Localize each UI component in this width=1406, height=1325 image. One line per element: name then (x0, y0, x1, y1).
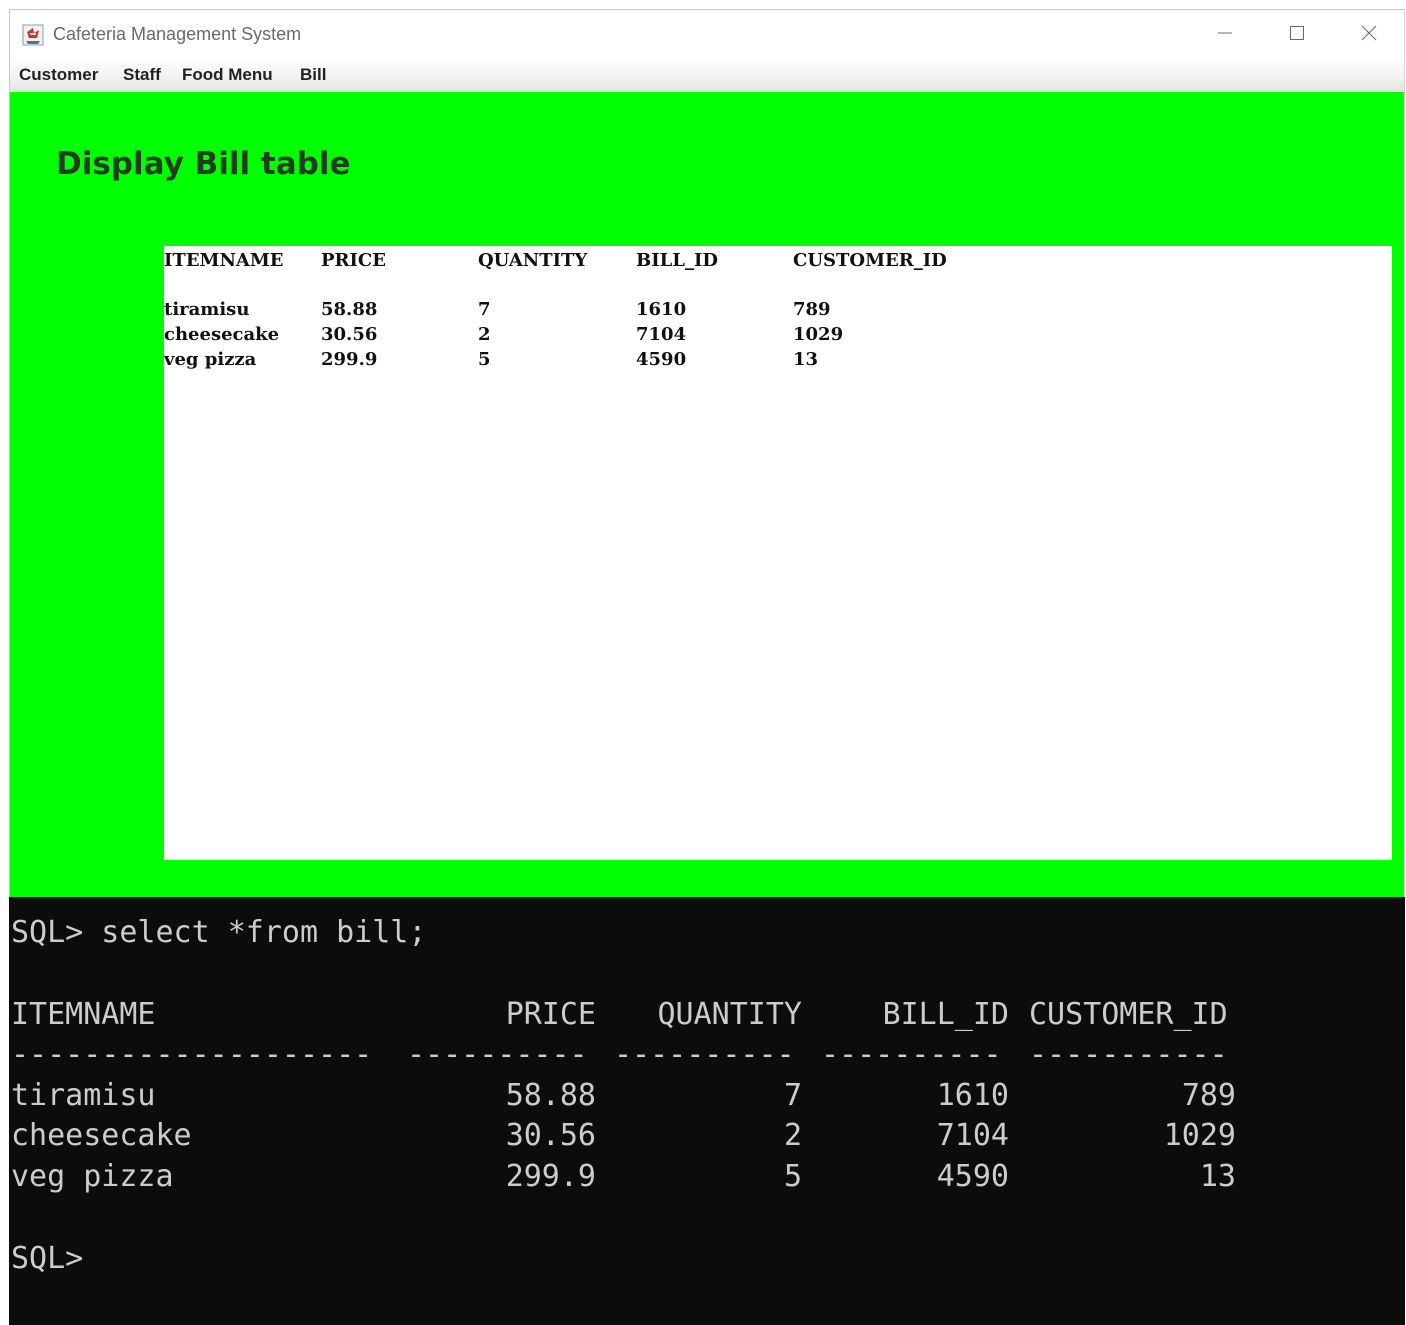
bill-table-area[interactable]: ITEMNAME PRICE QUANTITY BILL_ID CUSTOMER… (164, 246, 1392, 860)
console-cell: 2 (783, 1118, 802, 1153)
console-cell: veg pizza (11, 1159, 174, 1194)
console-column-header: BILL_ID (882, 997, 1009, 1032)
console-column-header: QUANTITY (657, 997, 803, 1032)
close-button[interactable] (1346, 18, 1392, 48)
window-title: Cafeteria Management System (53, 24, 302, 44)
console-cell: 299.9 (505, 1159, 596, 1194)
menu-staff[interactable]: Staff (123, 65, 161, 85)
console-cell: cheesecake (11, 1118, 192, 1153)
title-bar[interactable]: Cafeteria Management System (10, 10, 1404, 57)
column-header: ITEMNAME (164, 250, 284, 271)
console-cell: 1610 (936, 1078, 1009, 1113)
table-cell: 4590 (636, 349, 687, 370)
menu-food-menu[interactable]: Food Menu (182, 65, 273, 85)
console-cell: 4590 (936, 1159, 1009, 1194)
console-separator: ---------- (407, 1037, 588, 1072)
minimize-icon (1218, 32, 1232, 34)
console-cell: 30.56 (505, 1118, 596, 1153)
table-cell: 2 (478, 324, 491, 345)
minimize-button[interactable] (1202, 18, 1248, 48)
app-window: Cafeteria Management System Customer Sta… (9, 9, 1405, 898)
table-cell: 30.56 (321, 324, 378, 345)
content-panel: Display Bill table ITEMNAME PRICE QUANTI… (10, 92, 1404, 898)
console-separator: ---------- (821, 1037, 1002, 1072)
menu-bill[interactable]: Bill (300, 65, 326, 85)
page-title: Display Bill table (56, 146, 351, 182)
console-column-header: CUSTOMER_ID (1029, 997, 1228, 1032)
table-cell: 58.88 (321, 299, 378, 320)
table-cell: 7104 (636, 324, 687, 345)
table-cell: 1610 (636, 299, 687, 320)
console-column-header: ITEMNAME (11, 997, 156, 1032)
menu-customer[interactable]: Customer (19, 65, 98, 85)
console-cell: 5 (783, 1159, 802, 1194)
console-cell: 1029 (1163, 1118, 1236, 1153)
console-separator: ----------- (1029, 1037, 1228, 1072)
console-cell: tiramisu (11, 1078, 156, 1113)
column-header: PRICE (321, 250, 386, 271)
close-icon (1361, 25, 1377, 41)
column-header: BILL_ID (636, 250, 718, 271)
maximize-icon (1290, 26, 1304, 40)
console-separator: ---------- (614, 1037, 795, 1072)
table-cell: 7 (478, 299, 491, 320)
console-column-header: PRICE (505, 997, 596, 1032)
table-cell: 5 (478, 349, 491, 370)
console-cell: 13 (1199, 1159, 1236, 1194)
java-coffee-cup-icon (22, 24, 44, 46)
table-cell: 789 (793, 299, 831, 320)
console-cell: 789 (1181, 1078, 1236, 1113)
table-cell: cheesecake (164, 324, 280, 345)
table-cell: veg pizza (164, 349, 257, 370)
table-cell: 1029 (793, 324, 844, 345)
console-prompt: SQL> (11, 1241, 84, 1276)
console-command: SQL> select *from bill; (11, 915, 427, 950)
table-cell: 299.9 (321, 349, 378, 370)
console-cell: 7104 (936, 1118, 1009, 1153)
console-separator: -------------------- (11, 1037, 373, 1072)
maximize-button[interactable] (1274, 18, 1320, 48)
column-header: QUANTITY (478, 250, 588, 271)
table-cell: 13 (793, 349, 819, 370)
column-header: CUSTOMER_ID (793, 250, 947, 271)
menu-bar: Customer Staff Food Menu Bill (10, 57, 1404, 93)
console-cell: 7 (783, 1078, 802, 1113)
table-cell: tiramisu (164, 299, 250, 320)
console-cell: 58.88 (505, 1078, 596, 1113)
sql-console[interactable]: SQL> select *from bill; ITEMNAME PRICE Q… (9, 897, 1405, 1325)
